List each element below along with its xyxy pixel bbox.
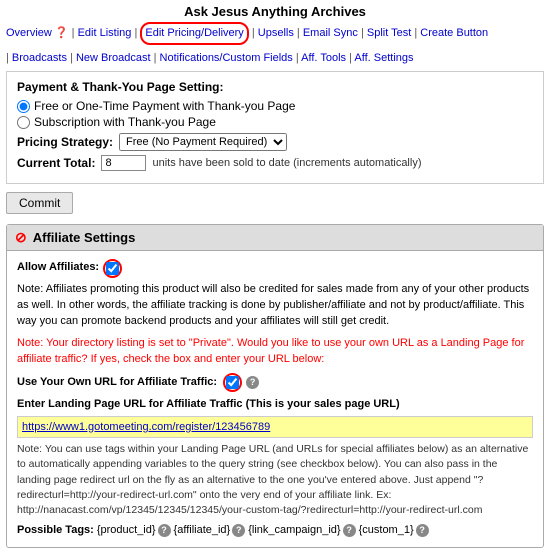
payment-option-1[interactable]: Free or One-Time Payment with Thank-you … bbox=[17, 99, 533, 113]
nav-new-broadcast[interactable]: New Broadcast bbox=[76, 52, 151, 64]
landing-page-label-row: Enter Landing Page URL for Affiliate Tra… bbox=[17, 396, 533, 413]
payment-option-1-label: Free or One-Time Payment with Thank-you … bbox=[34, 99, 295, 113]
pricing-strategy-label: Pricing Strategy: bbox=[17, 135, 113, 149]
nav-broadcasts[interactable]: Broadcasts bbox=[12, 52, 67, 64]
pricing-strategy-select[interactable]: Free (No Payment Required) One-Time Paym… bbox=[119, 133, 287, 151]
tag-product-id-label: {product_id} bbox=[97, 522, 156, 539]
affiliate-header-title: Affiliate Settings bbox=[33, 230, 136, 245]
payment-radio-2[interactable] bbox=[17, 116, 30, 129]
nav-create-button[interactable]: Create Button bbox=[420, 27, 488, 39]
nav-aff-settings[interactable]: Aff. Settings bbox=[354, 52, 413, 64]
nav-split-test[interactable]: Split Test bbox=[367, 27, 411, 39]
payment-radio-1[interactable] bbox=[17, 100, 30, 113]
payment-option-2-label: Subscription with Thank-you Page bbox=[34, 115, 216, 129]
nav-aff-tools[interactable]: Aff. Tools bbox=[301, 52, 346, 64]
current-total-row: Current Total: units have been sold to d… bbox=[17, 155, 533, 171]
payment-section-label: Payment & Thank-You Page Setting: bbox=[17, 80, 533, 94]
tag-product-id: {product_id} ? bbox=[97, 522, 171, 539]
sep1: ❓ | bbox=[55, 27, 78, 39]
allow-affiliates-note: Note: Affiliates promoting this product … bbox=[17, 282, 533, 330]
pricing-strategy-row: Pricing Strategy: Free (No Payment Requi… bbox=[17, 133, 533, 151]
possible-tags-label: Possible Tags: bbox=[17, 522, 94, 539]
tag-link-campaign-id-label: {link_campaign_id} bbox=[248, 522, 340, 539]
affiliate-small-note: Note: You can use tags within your Landi… bbox=[17, 442, 533, 518]
tag-link-campaign-id: {link_campaign_id} ? bbox=[248, 522, 355, 539]
payment-options: Free or One-Time Payment with Thank-you … bbox=[17, 99, 533, 129]
nav-email-sync[interactable]: Email Sync bbox=[303, 27, 358, 39]
affiliate-body: Allow Affiliates: Note: Affiliates promo… bbox=[7, 251, 543, 546]
tag-custom-1-help[interactable]: ? bbox=[416, 524, 429, 537]
tag-product-id-help[interactable]: ? bbox=[158, 524, 171, 537]
tag-affiliate-id-label: {affiliate_id} bbox=[174, 522, 231, 539]
payment-option-2[interactable]: Subscription with Thank-you Page bbox=[17, 115, 533, 129]
possible-tags-row: Possible Tags: {product_id} ? {affiliate… bbox=[17, 522, 533, 539]
current-total-input[interactable] bbox=[101, 155, 146, 171]
landing-page-sublabel: (This is your sales page URL) bbox=[246, 398, 400, 410]
own-url-label: Use Your Own URL for Affiliate Traffic: bbox=[17, 374, 217, 391]
landing-page-label-text: Enter Landing Page URL for Affiliate Tra… bbox=[17, 398, 243, 410]
nav-upsells[interactable]: Upsells bbox=[258, 27, 294, 39]
own-url-row: Use Your Own URL for Affiliate Traffic: … bbox=[17, 373, 533, 392]
tag-custom-1: {custom_1} ? bbox=[359, 522, 429, 539]
affiliate-header: ⊘ Affiliate Settings bbox=[7, 225, 543, 251]
own-url-help-icon[interactable]: ? bbox=[246, 376, 259, 389]
nav-overview[interactable]: Overview bbox=[6, 27, 52, 39]
nav-notifications[interactable]: Notifications/Custom Fields bbox=[160, 52, 293, 64]
own-url-checkbox-wrapper bbox=[223, 373, 242, 392]
landing-page-url[interactable]: https://www1.gotomeeting.com/register/12… bbox=[17, 416, 533, 439]
payment-section: Payment & Thank-You Page Setting: Free o… bbox=[6, 71, 544, 184]
tag-affiliate-id-help[interactable]: ? bbox=[232, 524, 245, 537]
page-title: Ask Jesus Anything Archives bbox=[6, 4, 544, 19]
page-wrapper: Ask Jesus Anything Archives Overview ❓ |… bbox=[0, 0, 550, 552]
current-total-label: Current Total: bbox=[17, 156, 95, 170]
units-text: units have been sold to date (increments… bbox=[152, 157, 421, 169]
commit-button[interactable]: Commit bbox=[6, 192, 73, 214]
allow-affiliates-checkbox-wrapper bbox=[103, 259, 122, 278]
allow-affiliates-row: Allow Affiliates: Note: Affiliates promo… bbox=[17, 259, 533, 330]
allow-affiliates-label: Allow Affiliates: bbox=[17, 259, 99, 276]
stop-icon: ⊘ bbox=[15, 229, 27, 246]
nav-edit-pricing[interactable]: Edit Pricing/Delivery bbox=[145, 27, 243, 39]
nav-edit-listing[interactable]: Edit Listing bbox=[78, 27, 132, 39]
own-url-checkbox[interactable] bbox=[226, 376, 239, 389]
allow-affiliates-checkbox[interactable] bbox=[106, 262, 119, 275]
tag-affiliate-id: {affiliate_id} ? bbox=[174, 522, 246, 539]
tag-link-campaign-id-help[interactable]: ? bbox=[343, 524, 356, 537]
nav-row-2: | Broadcasts | New Broadcast | Notificat… bbox=[6, 49, 544, 68]
affiliate-warning-red: Note: Your directory listing is set to "… bbox=[17, 336, 533, 368]
nav-edit-pricing-highlight: Edit Pricing/Delivery bbox=[140, 22, 248, 45]
tag-custom-1-label: {custom_1} bbox=[359, 522, 414, 539]
affiliate-section: ⊘ Affiliate Settings Allow Affiliates: N… bbox=[6, 224, 544, 547]
nav-row-1: Overview ❓ | Edit Listing | Edit Pricing… bbox=[6, 22, 544, 45]
